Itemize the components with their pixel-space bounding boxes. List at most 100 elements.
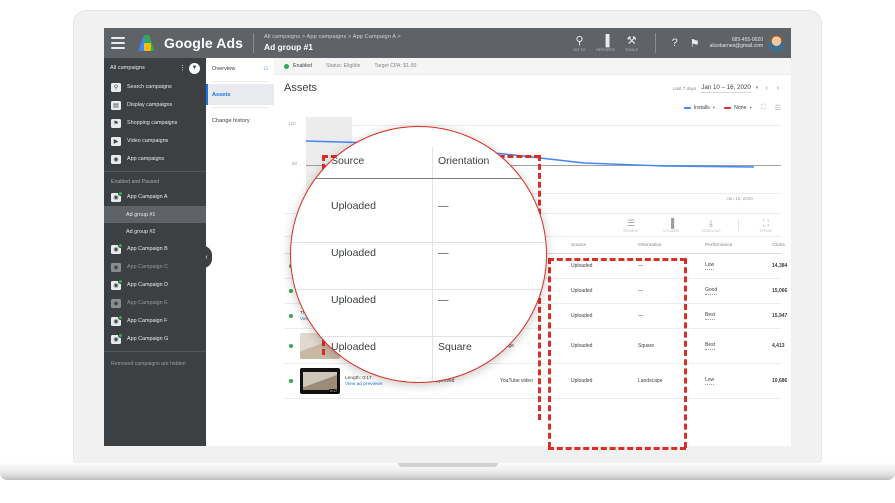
magnifier-source-cell: Uploaded bbox=[331, 247, 376, 259]
magnifier-row: Uploaded Square bbox=[291, 319, 546, 382]
segment-label: SEGMENT bbox=[623, 228, 639, 233]
segment-button[interactable]: ☰ SEGMENT bbox=[618, 218, 644, 233]
date-range-preset: Last 7 days bbox=[672, 85, 697, 91]
sidebar-item-label: Ad group #2 bbox=[126, 228, 156, 235]
status-dot bbox=[284, 63, 289, 69]
callout-line-top bbox=[548, 258, 686, 261]
clicks-column-header[interactable]: Clicks bbox=[767, 243, 791, 248]
sidebar-item-app-campaign-f[interactable]: ◉ App Campaign F bbox=[104, 312, 206, 330]
sidebar-item-app-campaign-b[interactable]: ◉ App Campaign B bbox=[104, 240, 206, 258]
expand-icon[interactable]: ⛶ bbox=[761, 104, 766, 112]
metric-selector-none[interactable]: None ▾ bbox=[724, 105, 752, 111]
sidebar-item-app-campaign-g[interactable]: ◉ App Campaign G bbox=[104, 330, 206, 348]
hamburger-icon[interactable] bbox=[111, 37, 135, 49]
expand-label: EXPAND bbox=[759, 228, 773, 233]
callout-line-right bbox=[684, 258, 687, 448]
breadcrumb[interactable]: All campaigns > App campaigns > App Camp… bbox=[264, 34, 401, 52]
sidebar-item-label: App Campaign B bbox=[127, 246, 168, 252]
sidebar-item-display-campaigns[interactable]: ▤ Display campaigns bbox=[104, 96, 206, 114]
orientation-cell: Square bbox=[638, 343, 655, 349]
sidebar-item-ad-group-2[interactable]: Ad group #2 bbox=[104, 223, 206, 240]
more-options-icon[interactable]: ⋮ bbox=[179, 64, 186, 72]
sidebar-item-video-campaigns[interactable]: ▶ Video campaigns bbox=[104, 132, 206, 150]
chevron-down-icon[interactable]: ▼ bbox=[189, 62, 200, 74]
enabled-paused-label: Enabled and Paused bbox=[111, 179, 160, 185]
magnifier-lens: Source Orientation Uploaded — Uploaded —… bbox=[290, 126, 547, 383]
notifications-bell-icon[interactable]: ⚑ bbox=[690, 37, 700, 50]
sidebar-item-app-campaign-e[interactable]: ◉ App Campaign E bbox=[104, 294, 206, 312]
source-cell: Uploaded bbox=[571, 343, 593, 349]
metric-selector-installs[interactable]: Installs ▾ bbox=[683, 105, 716, 111]
chevron-down-icon[interactable]: ▾ bbox=[756, 85, 759, 91]
sidebar-item-app-campaign-d[interactable]: ◉ App Campaign D bbox=[104, 276, 206, 294]
tab-assets[interactable]: Assets bbox=[206, 84, 274, 105]
breadcrumb-path: All campaigns > App campaigns > App Camp… bbox=[264, 33, 401, 40]
download-label: DOWNLOAD bbox=[701, 228, 721, 233]
clicks-cell: 10,686 bbox=[772, 378, 788, 384]
magnifier-source-cell: Uploaded bbox=[331, 294, 376, 306]
account-email: alicebarnes@gmail.com bbox=[709, 43, 763, 49]
sidebar-item-label: Display campaigns bbox=[127, 102, 173, 108]
sidebar-item-label: App Campaign A bbox=[127, 194, 168, 200]
video-duration-badge: 0:17 bbox=[329, 389, 338, 393]
source-cell: Uploaded bbox=[571, 263, 593, 269]
tab-label: Overview bbox=[212, 65, 236, 72]
expand-button[interactable]: ⛶ EXPAND bbox=[753, 218, 779, 233]
source-cell: Uploaded bbox=[571, 313, 593, 319]
account-info[interactable]: 683-455-0020 alicebarnes@gmail.com bbox=[710, 37, 763, 50]
sidebar-item-app-campaign-a[interactable]: ◉ App Campaign A bbox=[104, 188, 206, 206]
date-range-selector[interactable]: Last 7 days Jan 10 – 16, 2020 ▾ ‹ › bbox=[673, 84, 781, 93]
prev-period-button[interactable]: ‹ bbox=[763, 85, 769, 92]
performance-cell: Best bbox=[705, 342, 716, 350]
chevron-down-icon: ▾ bbox=[712, 105, 716, 110]
clicks-cell: 4,413 bbox=[772, 343, 785, 349]
download-button[interactable]: ⤓ DOWNLOAD bbox=[698, 218, 724, 233]
screenshot-stage: Google Ads All campaigns > App campaigns… bbox=[0, 0, 895, 503]
sidebar-item-shopping-campaigns[interactable]: ⚑ Shopping campaigns bbox=[104, 114, 206, 132]
segment-icon: ☰ bbox=[626, 217, 636, 228]
help-icon[interactable]: ? bbox=[672, 37, 678, 49]
view-ad-previews-link[interactable]: View ad previews bbox=[345, 382, 382, 387]
performance-column-header[interactable]: Performance bbox=[700, 243, 767, 248]
reports-button[interactable]: ▐ REPORTS bbox=[593, 35, 619, 52]
sidebar-item-label: Search campaigns bbox=[127, 84, 172, 90]
next-period-button[interactable]: › bbox=[775, 85, 781, 92]
magnifier-orientation-cell: Square bbox=[438, 341, 472, 353]
sidebar-item-app-campaigns[interactable]: ◉ App campaigns bbox=[104, 150, 206, 168]
sidebar-item-label: App Campaign D bbox=[127, 282, 169, 288]
go-to-label: GO TO bbox=[573, 47, 586, 52]
chart-settings-icon[interactable]: ☲ bbox=[775, 104, 781, 112]
laptop-base bbox=[0, 463, 895, 480]
sidebar-item-app-campaign-c[interactable]: ◉ App Campaign C bbox=[104, 258, 206, 276]
source-column-header[interactable]: Source bbox=[566, 243, 633, 248]
magnifier-source-cell: Uploaded bbox=[331, 341, 376, 353]
status-state: Enabled bbox=[293, 63, 313, 69]
status-bar: Enabled Status: Eligible Target CPA: $1.… bbox=[274, 58, 791, 75]
avatar[interactable] bbox=[768, 34, 785, 52]
app-bar-actions: ⚲ GO TO ▐ REPORTS ⚒ TOOLS ? ⚑ 683-455-00… bbox=[567, 28, 791, 58]
sidebar-item-label: Shopping campaigns bbox=[127, 120, 178, 126]
status-dot bbox=[118, 315, 124, 321]
page-title: Assets bbox=[284, 82, 318, 94]
orientation-column-header[interactable]: Orientation bbox=[633, 243, 700, 248]
date-range-value[interactable]: Jan 10 – 16, 2020 bbox=[701, 84, 751, 93]
tools-button[interactable]: ⚒ TOOLS bbox=[619, 35, 645, 52]
status-dot bbox=[118, 191, 124, 197]
go-to-button[interactable]: ⚲ GO TO bbox=[567, 35, 593, 52]
download-icon: ⤓ bbox=[709, 217, 713, 228]
home-icon: ⌂ bbox=[263, 65, 268, 72]
left-navigation: All campaigns ⋮ ▼ ⚲ Search campaigns ▤ D… bbox=[104, 58, 206, 446]
sidebar-item-ad-group-1[interactable]: Ad group #1 bbox=[104, 206, 206, 223]
divider bbox=[211, 81, 269, 82]
orientation-cell: Landscape bbox=[638, 378, 663, 384]
callout-line-left bbox=[548, 258, 551, 448]
tab-overview[interactable]: Overview ⌂ bbox=[206, 58, 274, 79]
tab-change-history[interactable]: Change history bbox=[206, 110, 274, 131]
magnifier-orientation-cell: — bbox=[438, 200, 449, 212]
source-cell: Uploaded bbox=[571, 378, 593, 384]
metric-name: None bbox=[734, 105, 747, 111]
sidebar-item-search-campaigns[interactable]: ⚲ Search campaigns bbox=[104, 78, 206, 96]
secondary-navigation: Overview ⌂ Assets Change history bbox=[206, 58, 275, 446]
performance-cell: Best bbox=[705, 312, 716, 320]
columns-button[interactable]: ▐ COLUMNS bbox=[658, 218, 684, 233]
